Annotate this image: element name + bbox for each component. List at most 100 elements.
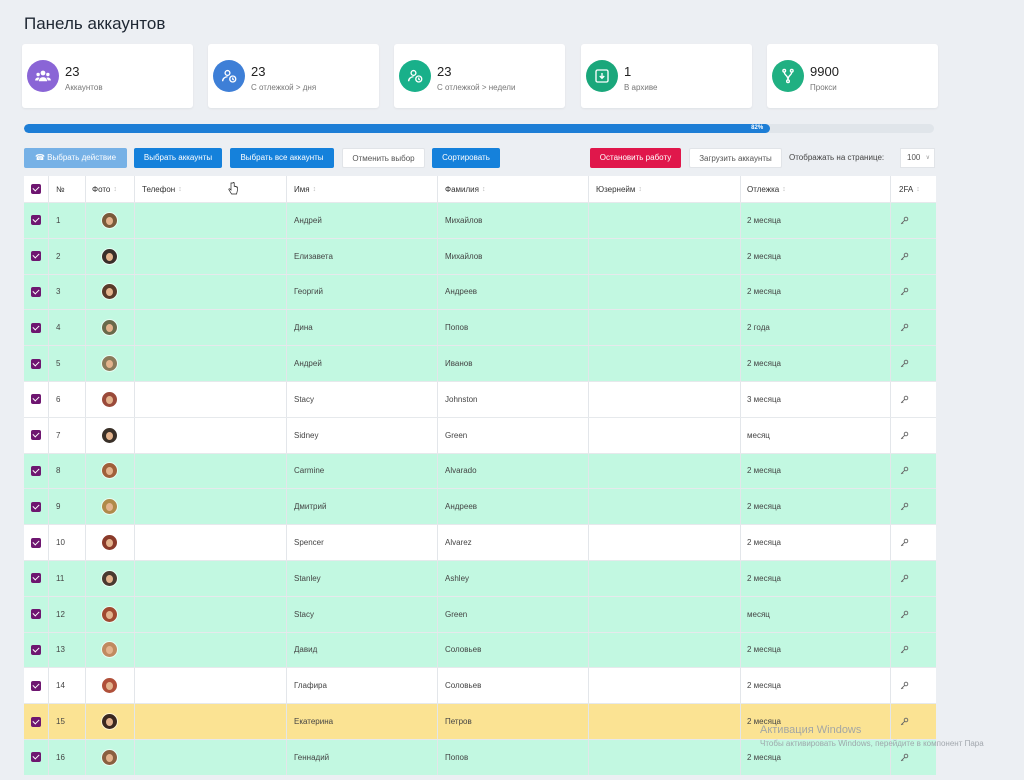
column-header-username[interactable]: Юзернейм ↕ (596, 176, 642, 202)
stop-work-button[interactable]: Остановить работу (590, 148, 681, 168)
progress-bar: 82% (24, 124, 934, 133)
row-number: 16 (56, 752, 65, 762)
row-checkbox[interactable] (31, 633, 41, 668)
avatar[interactable] (102, 525, 117, 560)
row-checkbox[interactable] (31, 704, 41, 739)
stat-card-aged-day[interactable]: 23 С отлежкой > дня (208, 44, 379, 108)
per-page-select[interactable]: 100 ∨ (900, 148, 935, 168)
table-row[interactable]: 8 Carmine Alvarado 2 месяца (24, 452, 936, 489)
row-number: 4 (56, 323, 61, 333)
avatar[interactable] (102, 489, 117, 524)
row-checkbox[interactable] (31, 275, 41, 310)
table-row[interactable]: 1 Андрей Михайлов 2 месяца (24, 202, 936, 238)
select-accounts-button[interactable]: Выбрать аккаунты (134, 148, 222, 168)
table-row[interactable]: 9 Дмитрий Андреев 2 месяца (24, 488, 936, 525)
column-header-2fa[interactable]: 2FA ↕ (899, 176, 920, 202)
load-accounts-button[interactable]: Загрузить аккаунты (689, 148, 782, 168)
avatar[interactable] (102, 418, 117, 453)
archive-icon (586, 60, 618, 92)
phone-icon: ☎ (34, 153, 45, 162)
select-all-accounts-button[interactable]: Выбрать все аккаунты (230, 148, 334, 168)
column-header-first-name[interactable]: Имя ↕ (294, 176, 316, 202)
avatar[interactable] (102, 382, 117, 417)
table-row[interactable]: 7 Sidney Green месяц (24, 416, 936, 453)
row-checkbox[interactable] (31, 382, 41, 417)
table-row[interactable]: 10 Spencer Alvarez 2 месяца (24, 524, 936, 560)
avatar[interactable] (102, 346, 117, 381)
cancel-selection-button[interactable]: Отменить выбор (342, 148, 425, 168)
stat-card-proxies[interactable]: 9900 Прокси (767, 44, 938, 108)
row-checkbox[interactable] (31, 239, 41, 274)
row-last-name: Соловьев (445, 681, 482, 691)
table-row[interactable]: 13 Давид Соловьев 2 месяца (24, 631, 936, 668)
choose-action-button[interactable]: ☎ Выбрать действие (24, 148, 127, 168)
key-icon[interactable] (900, 561, 909, 596)
avatar[interactable] (102, 668, 117, 703)
key-icon[interactable] (900, 275, 909, 310)
key-icon[interactable] (900, 203, 909, 238)
column-header-age[interactable]: Отлежка ↕ (747, 176, 786, 202)
progress-label: 82% (751, 125, 764, 131)
key-icon[interactable] (900, 489, 909, 524)
avatar[interactable] (102, 704, 117, 739)
row-first-name: Дмитрий (294, 502, 327, 512)
key-icon[interactable] (900, 668, 909, 703)
table-row[interactable]: 5 Андрей Иванов 2 месяца (24, 345, 936, 381)
row-number: 14 (56, 681, 65, 691)
row-first-name: Екатерина (294, 717, 334, 727)
table-row[interactable]: 2 Елизавета Михайлов 2 месяца (24, 237, 936, 274)
sort-button[interactable]: Сортировать (432, 148, 500, 168)
row-checkbox[interactable] (31, 310, 41, 345)
row-checkbox[interactable] (31, 203, 41, 238)
stat-card-archive[interactable]: 1 В архиве (581, 44, 752, 108)
avatar[interactable] (102, 310, 117, 345)
key-icon[interactable] (900, 454, 909, 489)
key-icon[interactable] (900, 346, 909, 381)
avatar[interactable] (102, 633, 117, 668)
avatar[interactable] (102, 561, 117, 596)
stat-card-aged-week[interactable]: 23 С отлежкой > недели (394, 44, 565, 108)
key-icon[interactable] (900, 633, 909, 668)
row-age: 2 месяца (747, 215, 781, 225)
row-first-name: Андрей (294, 215, 322, 225)
avatar[interactable] (102, 597, 117, 632)
table-row[interactable]: 11 Stanley Ashley 2 месяца (24, 559, 936, 596)
column-header-number[interactable]: № (56, 176, 65, 202)
row-checkbox[interactable] (31, 740, 41, 775)
row-checkbox[interactable] (31, 346, 41, 381)
table-row[interactable]: 4 Дина Попов 2 года (24, 309, 936, 346)
table-row[interactable]: 14 Глафира Соловьев 2 месяца (24, 667, 936, 704)
stat-card-accounts[interactable]: 23 Аккаунтов (22, 44, 193, 108)
row-checkbox[interactable] (31, 668, 41, 703)
key-icon[interactable] (900, 382, 909, 417)
table-row[interactable]: 3 Георгий Андреев 2 месяца (24, 273, 936, 310)
avatar[interactable] (102, 275, 117, 310)
row-checkbox[interactable] (31, 418, 41, 453)
row-last-name: Johnston (445, 394, 478, 404)
row-checkbox[interactable] (31, 489, 41, 524)
key-icon[interactable] (900, 239, 909, 274)
sort-icon: ↕ (113, 185, 117, 193)
key-icon[interactable] (900, 418, 909, 453)
column-header-phone[interactable]: Телефон ↕ (142, 176, 182, 202)
key-icon[interactable] (900, 310, 909, 345)
row-first-name: Геннадий (294, 752, 330, 762)
select-all-checkbox[interactable] (31, 176, 41, 202)
table-row[interactable]: 6 Stacy Johnston 3 месяца (24, 380, 936, 417)
row-age: 2 месяца (747, 359, 781, 369)
row-checkbox[interactable] (31, 454, 41, 489)
key-icon[interactable] (900, 525, 909, 560)
avatar[interactable] (102, 740, 117, 775)
column-header-last-name[interactable]: Фамилия ↕ (445, 176, 485, 202)
avatar[interactable] (102, 454, 117, 489)
stat-label: С отлежкой > недели (437, 83, 516, 92)
stat-value: 23 (251, 64, 266, 79)
key-icon[interactable] (900, 597, 909, 632)
table-row[interactable]: 12 Stacy Green месяц (24, 595, 936, 632)
column-header-photo[interactable]: Фото ↕ (92, 176, 117, 202)
row-checkbox[interactable] (31, 597, 41, 632)
row-checkbox[interactable] (31, 525, 41, 560)
avatar[interactable] (102, 203, 117, 238)
row-checkbox[interactable] (31, 561, 41, 596)
avatar[interactable] (102, 239, 117, 274)
